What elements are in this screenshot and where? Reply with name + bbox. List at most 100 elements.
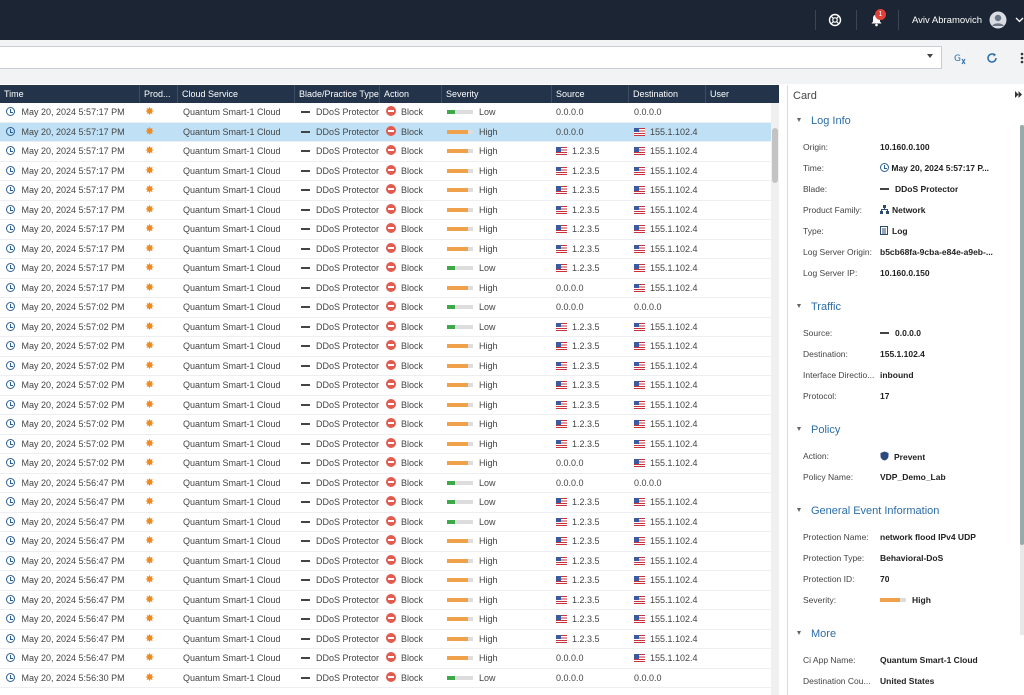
- field-value-app-name: Quantum Smart-1 Cloud: [880, 655, 978, 665]
- cell-cloud-service: Quantum Smart-1 Cloud: [183, 516, 281, 527]
- table-row[interactable]: May 20, 2024 5:57:17 PM ✸ Quantum Smart-1 …: [0, 201, 771, 221]
- table-row[interactable]: May 20, 2024 5:57:02 PM ✸ Quantum Smart-1 …: [0, 415, 771, 435]
- column-header-source[interactable]: Source: [552, 85, 629, 103]
- table-row[interactable]: May 20, 2024 5:57:17 PM ✸ Quantum Smart-1 …: [0, 103, 771, 123]
- scrollbar-thumb[interactable]: [1020, 125, 1024, 545]
- table-row[interactable]: May 20, 2024 5:57:17 PM ✸ Quantum Smart-1 …: [0, 220, 771, 240]
- section-log-info[interactable]: Log Info: [797, 115, 851, 127]
- block-icon: [386, 671, 396, 682]
- section-general-event-information[interactable]: General Event Information: [797, 505, 939, 517]
- grid-scrollbar[interactable]: [771, 103, 779, 695]
- table-row[interactable]: May 20, 2024 5:57:17 PM ✸ Quantum Smart-1 …: [0, 122, 771, 143]
- table-row[interactable]: May 20, 2024 5:57:17 PM ✸ Quantum Smart-1 …: [0, 162, 771, 182]
- chevron-down-icon[interactable]: [927, 54, 933, 58]
- user-name[interactable]: Aviv Abramovich: [912, 0, 982, 40]
- cell-cloud-service: Quantum Smart-1 Cloud: [183, 594, 281, 605]
- table-row[interactable]: May 20, 2024 5:57:02 PM ✸ Quantum Smart-1 …: [0, 357, 771, 377]
- us-flag-icon: [634, 459, 645, 467]
- section-traffic[interactable]: Traffic: [797, 301, 841, 313]
- cell-blade: DDoS Protector: [301, 630, 380, 650]
- table-row[interactable]: May 20, 2024 5:57:02 PM ✸ Quantum Smart-1 …: [0, 318, 771, 338]
- table-row[interactable]: May 20, 2024 5:56:47 PM ✸ Quantum Smart-1 …: [0, 513, 771, 533]
- table-row[interactable]: May 20, 2024 5:56:47 PM ✸ Quantum Smart-1 …: [0, 493, 771, 513]
- cell-user: [711, 318, 771, 338]
- cell-cloud-service: Quantum Smart-1 Cloud: [183, 185, 281, 195]
- card-scrollbar[interactable]: [1020, 125, 1024, 635]
- cell-destination: 155.1.102.4: [634, 513, 706, 533]
- us-flag-icon: [556, 322, 567, 331]
- column-header-action[interactable]: Action: [380, 85, 442, 103]
- table-row[interactable]: May 20, 2024 5:57:17 PM ✸ Quantum Smart-1 …: [0, 181, 771, 201]
- table-row[interactable]: May 20, 2024 5:56:47 PM ✸ Quantum Smart-1 …: [0, 532, 771, 552]
- column-header-user[interactable]: User: [706, 85, 779, 103]
- column-header-time[interactable]: Time: [0, 85, 140, 103]
- cell-cloud-service: Quantum Smart-1 Cloud: [183, 419, 281, 429]
- column-header-cloud-service[interactable]: Cloud Service: [178, 85, 295, 103]
- column-header-severity[interactable]: Severity: [442, 85, 552, 103]
- table-row[interactable]: May 20, 2024 5:57:17 PM ✸ Quantum Smart-1 …: [0, 279, 771, 298]
- table-row[interactable]: May 20, 2024 5:57:02 PM ✸ Quantum Smart-1 …: [0, 454, 771, 474]
- cell-source: 1.2.3.5: [556, 162, 629, 182]
- column-header-blade[interactable]: Blade/Practice Type: [295, 85, 380, 103]
- table-row[interactable]: May 20, 2024 5:56:30 PM ✸ Quantum Smart-1 …: [0, 669, 771, 688]
- table-row[interactable]: May 20, 2024 5:57:02 PM ✸ Quantum Smart-1 …: [0, 435, 771, 454]
- section-policy[interactable]: Policy: [797, 424, 840, 436]
- scrollbar-thumb[interactable]: [772, 128, 778, 183]
- collapse-icon: [797, 631, 801, 635]
- block-icon: [386, 535, 396, 545]
- table-row[interactable]: May 20, 2024 5:56:47 PM ✸ Quantum Smart-1 …: [0, 474, 771, 494]
- table-row[interactable]: May 20, 2024 5:57:02 PM ✸ Quantum Smart-1 …: [0, 298, 771, 318]
- cell-destination: 155.1.102.4: [634, 201, 706, 221]
- notifications-button[interactable]: [870, 0, 883, 40]
- block-icon: [386, 203, 396, 214]
- clock-icon: [6, 146, 15, 155]
- translate-icon: G: [954, 54, 966, 64]
- table-row[interactable]: May 20, 2024 5:57:02 PM ✸ Quantum Smart-1 …: [0, 337, 771, 357]
- blade-icon: [301, 598, 310, 601]
- field-label: Ci App Name:: [803, 655, 856, 665]
- clock-icon: [6, 497, 15, 506]
- cell-cloud-service: Quantum Smart-1 Cloud: [183, 614, 281, 624]
- cell-source: 1.2.3.5: [556, 591, 629, 611]
- refresh-icon: [987, 53, 997, 63]
- query-language-button[interactable]: G: [952, 49, 970, 67]
- table-row[interactable]: May 20, 2024 5:56:47 PM ✸ Quantum Smart-1 …: [0, 571, 771, 591]
- user-menu-chevron[interactable]: [1015, 0, 1024, 40]
- query-input[interactable]: [0, 46, 942, 69]
- blade-icon: [301, 247, 310, 250]
- cell-action: Block: [386, 123, 442, 143]
- cell-severity: High: [447, 162, 552, 182]
- product-icon: ✸: [145, 164, 155, 177]
- table-row[interactable]: May 20, 2024 5:57:02 PM ✸ Quantum Smart-1 …: [0, 396, 771, 415]
- table-row[interactable]: May 20, 2024 5:57:02 PM ✸ Quantum Smart-1 …: [0, 376, 771, 396]
- refresh-button[interactable]: [983, 49, 1001, 67]
- cell-cloud-service: Quantum Smart-1 Cloud: [183, 302, 281, 312]
- block-icon: [386, 515, 396, 526]
- table-row[interactable]: May 20, 2024 5:57:17 PM ✸ Quantum Smart-1 …: [0, 240, 771, 259]
- table-row[interactable]: May 20, 2024 5:56:47 PM ✸ Quantum Smart-1 …: [0, 649, 771, 669]
- cell-action: Block: [386, 493, 442, 513]
- user-avatar[interactable]: [989, 0, 1007, 40]
- help-button[interactable]: [828, 0, 842, 40]
- severity-bar: [447, 519, 473, 524]
- cell-severity: Low: [447, 474, 552, 494]
- expand-panel-button[interactable]: [1015, 90, 1022, 100]
- cell-blade: DDoS Protector: [301, 337, 380, 357]
- table-row[interactable]: May 20, 2024 5:56:47 PM ✸ Quantum Smart-1 …: [0, 552, 771, 571]
- block-icon: [386, 476, 396, 487]
- severity-bar: [447, 656, 473, 660]
- table-row[interactable]: May 20, 2024 5:56:47 PM ✸ Quantum Smart-1 …: [0, 630, 771, 650]
- column-header-product[interactable]: Prod...: [140, 85, 178, 103]
- section-more[interactable]: More: [797, 628, 836, 640]
- field-value-log-server-ip: 10.160.0.150: [880, 268, 930, 278]
- table-row[interactable]: May 20, 2024 5:56:47 PM ✸ Quantum Smart-1 …: [0, 610, 771, 630]
- cell-user: [711, 357, 771, 377]
- table-row[interactable]: May 20, 2024 5:57:17 PM ✸ Quantum Smart-1 …: [0, 142, 771, 162]
- table-row[interactable]: May 20, 2024 5:57:17 PM ✸ Quantum Smart-1 …: [0, 259, 771, 279]
- more-options-button[interactable]: [1013, 49, 1024, 67]
- column-header-destination[interactable]: Destination: [629, 85, 706, 103]
- block-icon: [386, 262, 396, 272]
- table-row[interactable]: May 20, 2024 5:56:47 PM ✸ Quantum Smart-1 …: [0, 591, 771, 611]
- us-flag-icon: [556, 498, 567, 506]
- us-flag-icon: [634, 205, 645, 214]
